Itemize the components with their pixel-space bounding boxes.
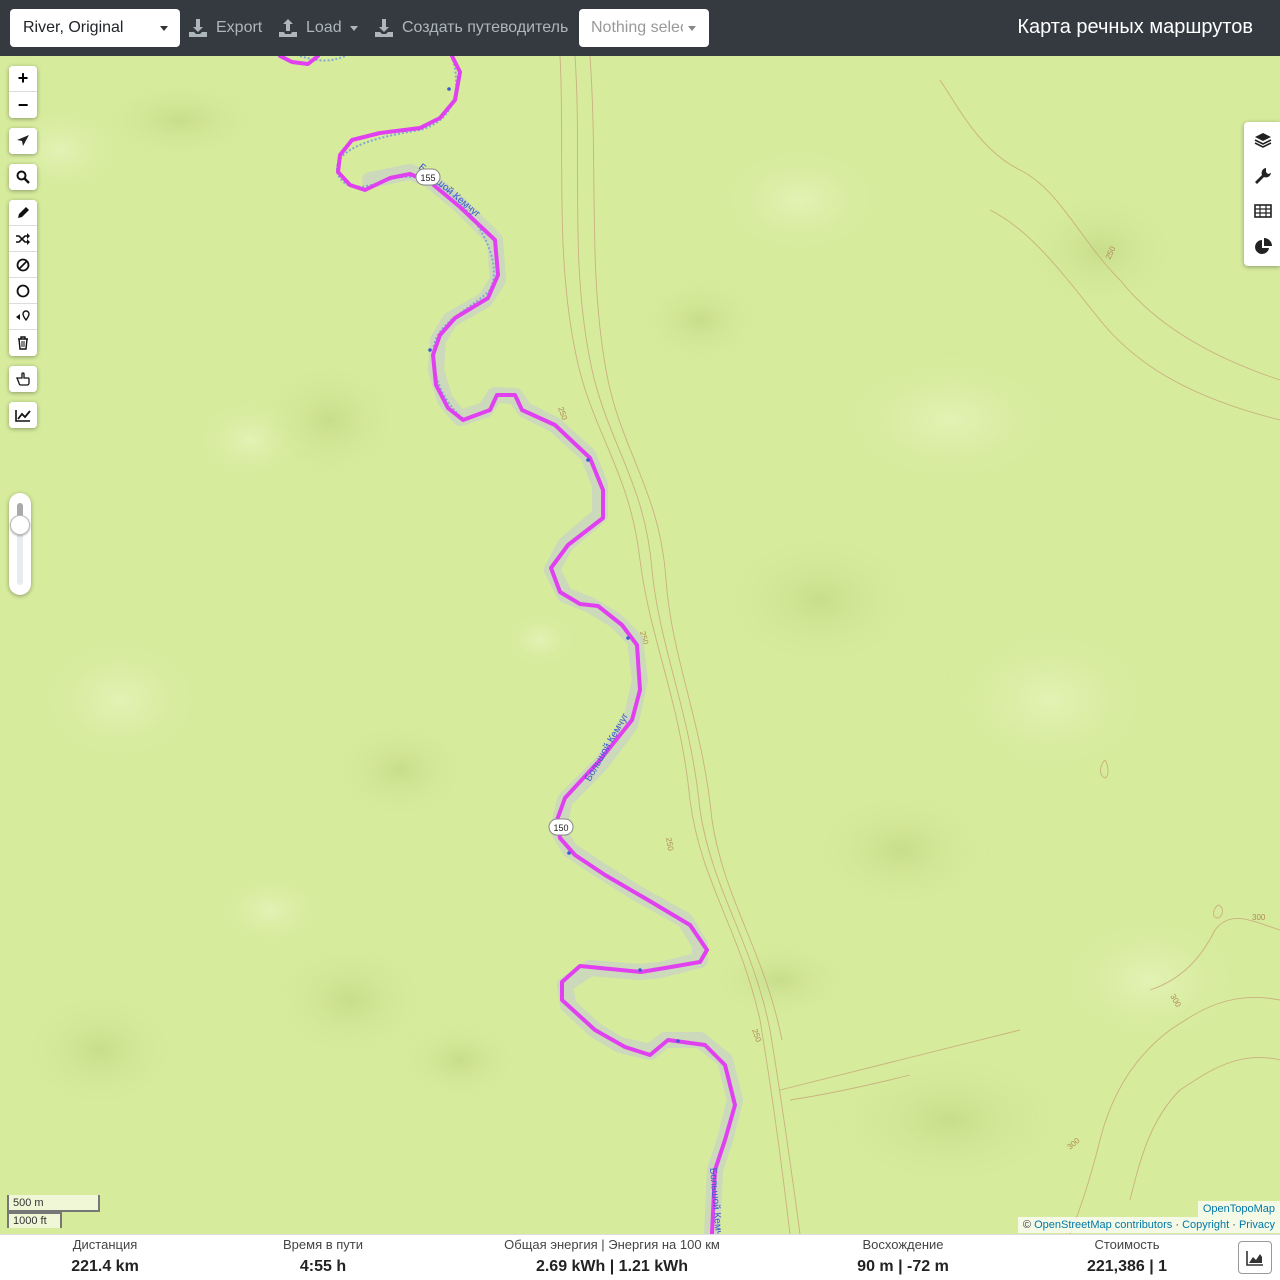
segment-select-value: Nothing selected	[591, 19, 683, 36]
top-navbar: River, Original Export Load Создать путе…	[0, 0, 1280, 56]
contour-label: 300	[1252, 913, 1266, 922]
load-label: Load	[306, 19, 342, 36]
stat-time: Время в пути 4:55 h	[283, 1237, 363, 1275]
slider-handle[interactable]	[10, 515, 30, 535]
opentopomap-link[interactable]: OpenTopoMap	[1203, 1203, 1275, 1215]
chevron-down-icon	[160, 26, 168, 31]
km-marker-150: 150	[548, 818, 574, 836]
svg-text:150: 150	[553, 823, 568, 833]
osm-attribution: © OpenStreetMap contributors · Copyright…	[1017, 1217, 1280, 1233]
locate-control	[9, 128, 37, 154]
location-arrow-icon	[17, 135, 29, 146]
poi-button[interactable]	[9, 304, 37, 330]
export-button[interactable]: Export	[188, 14, 262, 42]
pie-chart-icon[interactable]	[1254, 238, 1272, 256]
route-stats-bar: Дистанция 221.4 km Время в пути 4:55 h О…	[0, 1234, 1280, 1280]
map-pin-icon	[16, 309, 30, 321]
segment-select[interactable]: Nothing selected	[579, 9, 709, 47]
load-button[interactable]: Load	[278, 14, 358, 42]
table-icon[interactable]	[1254, 202, 1272, 220]
circle-icon	[16, 284, 30, 297]
app-title: Карта речных маршрутов	[1017, 16, 1253, 38]
hand-control	[9, 366, 37, 392]
trash-icon	[18, 336, 28, 350]
search-control	[9, 164, 37, 190]
draw-route-button[interactable]	[9, 200, 37, 226]
km-marker-155: 155	[415, 168, 441, 186]
layers-icon[interactable]	[1254, 131, 1272, 149]
draw-toolbar	[9, 200, 37, 356]
wrench-icon[interactable]	[1254, 167, 1272, 185]
chevron-down-icon	[349, 25, 358, 31]
scale-metric: 500 m	[7, 1195, 100, 1212]
hand-pointer-icon	[15, 372, 30, 386]
hand-pointer-button[interactable]	[9, 366, 37, 392]
copyright-link[interactable]: Copyright	[1182, 1219, 1229, 1231]
svg-text:155: 155	[420, 173, 435, 183]
search-button[interactable]	[9, 164, 37, 190]
upload-icon	[279, 19, 297, 37]
ban-icon	[16, 258, 30, 271]
pencil-icon	[17, 207, 29, 218]
locate-button[interactable]	[9, 128, 37, 154]
download-icon	[189, 19, 207, 37]
scale-imperial: 1000 ft	[7, 1212, 62, 1228]
export-label: Export	[216, 19, 263, 36]
osm-link[interactable]: OpenStreetMap contributors	[1034, 1219, 1172, 1231]
layer-attribution: OpenTopoMap	[1197, 1201, 1280, 1217]
opacity-slider[interactable]	[9, 493, 31, 595]
no-go-area-button[interactable]	[9, 252, 37, 278]
stat-energy: Общая энергия | Энергия на 100 км 2.69 k…	[504, 1237, 720, 1275]
download-icon	[375, 19, 393, 37]
area-chart-icon	[1246, 1250, 1263, 1266]
stat-ascent: Восхождение 90 m | -72 m	[857, 1237, 949, 1275]
chevron-down-icon	[688, 26, 696, 31]
zoom-control: + −	[9, 66, 37, 118]
map-canvas[interactable]: 250 250 250 250 250 300 300 300 Большой …	[0, 56, 1280, 1234]
zoom-out-button[interactable]: −	[9, 92, 37, 118]
toggle-elevation-button[interactable]	[1238, 1241, 1272, 1274]
privacy-link[interactable]: Privacy	[1239, 1219, 1275, 1231]
stat-cost: Стоимость 221,386 | 1	[1086, 1237, 1168, 1275]
stat-distance: Дистанция 221.4 km	[71, 1237, 139, 1275]
profile-select-value: River, Original	[23, 19, 124, 36]
topo-map: 250 250 250 250 250 300 300 300 Большой …	[0, 56, 1280, 1234]
zoom-in-button[interactable]: +	[9, 66, 37, 92]
profile-select[interactable]: River, Original	[10, 9, 180, 47]
elevation-chart-button[interactable]	[9, 402, 37, 428]
elevation-control	[9, 402, 37, 428]
delete-route-button[interactable]	[9, 330, 37, 356]
create-guide-label: Создать путеводитель	[402, 19, 569, 36]
shuffle-icon	[16, 232, 30, 245]
circle-area-button[interactable]	[9, 278, 37, 304]
create-guide-button[interactable]: Создать путеводитель	[374, 14, 568, 42]
map-side-controls	[1244, 122, 1280, 266]
line-chart-icon	[15, 409, 31, 422]
search-icon	[16, 170, 30, 184]
reverse-route-button[interactable]	[9, 226, 37, 252]
